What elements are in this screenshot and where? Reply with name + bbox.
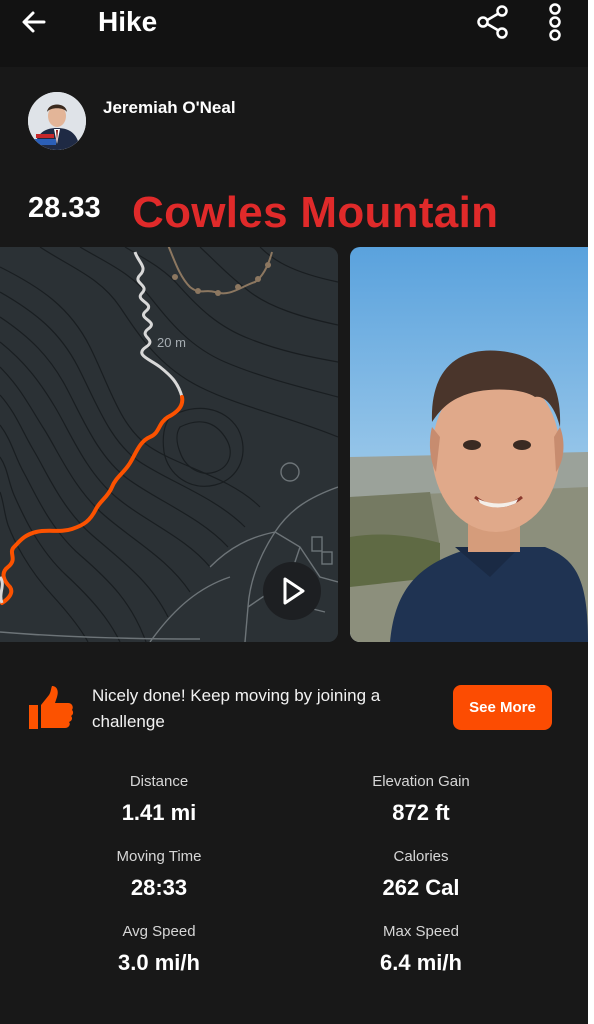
more-options-button[interactable]	[541, 2, 569, 42]
selfie-photo	[350, 247, 588, 642]
activity-screen: Hike Jeremiah O'Neal 28.33 Cowles Mounta…	[0, 0, 588, 1024]
stat-calories: Calories 262 Cal	[291, 847, 551, 903]
back-button[interactable]	[18, 6, 50, 38]
contour-label: 20 m	[157, 335, 186, 350]
more-vertical-icon	[549, 3, 561, 41]
stat-value: 28:33	[130, 875, 188, 900]
stat-distance: Distance 1.41 mi	[29, 772, 289, 828]
stat-value: 872 ft	[392, 800, 450, 825]
share-button[interactable]	[474, 3, 512, 41]
top-app-bar: Hike	[0, 0, 588, 67]
stat-avg-speed: Avg Speed 3.0 mi/h	[29, 922, 289, 978]
stat-value: 3.0 mi/h	[118, 950, 200, 975]
stat-label: Max Speed	[383, 923, 459, 940]
avatar[interactable]	[28, 92, 86, 150]
stat-label: Elevation Gain	[372, 773, 470, 790]
share-icon	[477, 5, 508, 39]
play-flyover-button[interactable]	[263, 562, 321, 620]
stat-label: Calories	[393, 848, 449, 865]
activity-number: 28.33	[28, 192, 101, 224]
stat-value: 1.41 mi	[121, 800, 197, 825]
stat-value: 6.4 mi/h	[380, 950, 462, 975]
activity-photo[interactable]	[350, 247, 588, 642]
stat-label: Distance	[129, 773, 189, 790]
stat-value: 262 Cal	[382, 875, 460, 900]
stat-label: Moving Time	[116, 848, 202, 865]
activity-name: Cowles Mountain	[132, 188, 499, 237]
stat-max-speed: Max Speed 6.4 mi/h	[291, 922, 551, 978]
athlete-name[interactable]: Jeremiah O'Neal	[103, 97, 236, 119]
stat-elevation-gain: Elevation Gain 872 ft	[291, 772, 551, 828]
page-title: Hike	[98, 6, 158, 37]
stat-label: Avg Speed	[122, 923, 196, 940]
promo-message: Nicely done! Keep moving by joining a ch…	[92, 686, 381, 731]
see-more-button[interactable]: See More	[453, 685, 552, 730]
avatar-image	[28, 92, 86, 150]
play-icon	[283, 577, 305, 605]
thumbs-up-icon	[26, 683, 74, 731]
arrow-left-icon	[22, 11, 46, 33]
stat-moving-time: Moving Time 28:33	[29, 847, 289, 903]
